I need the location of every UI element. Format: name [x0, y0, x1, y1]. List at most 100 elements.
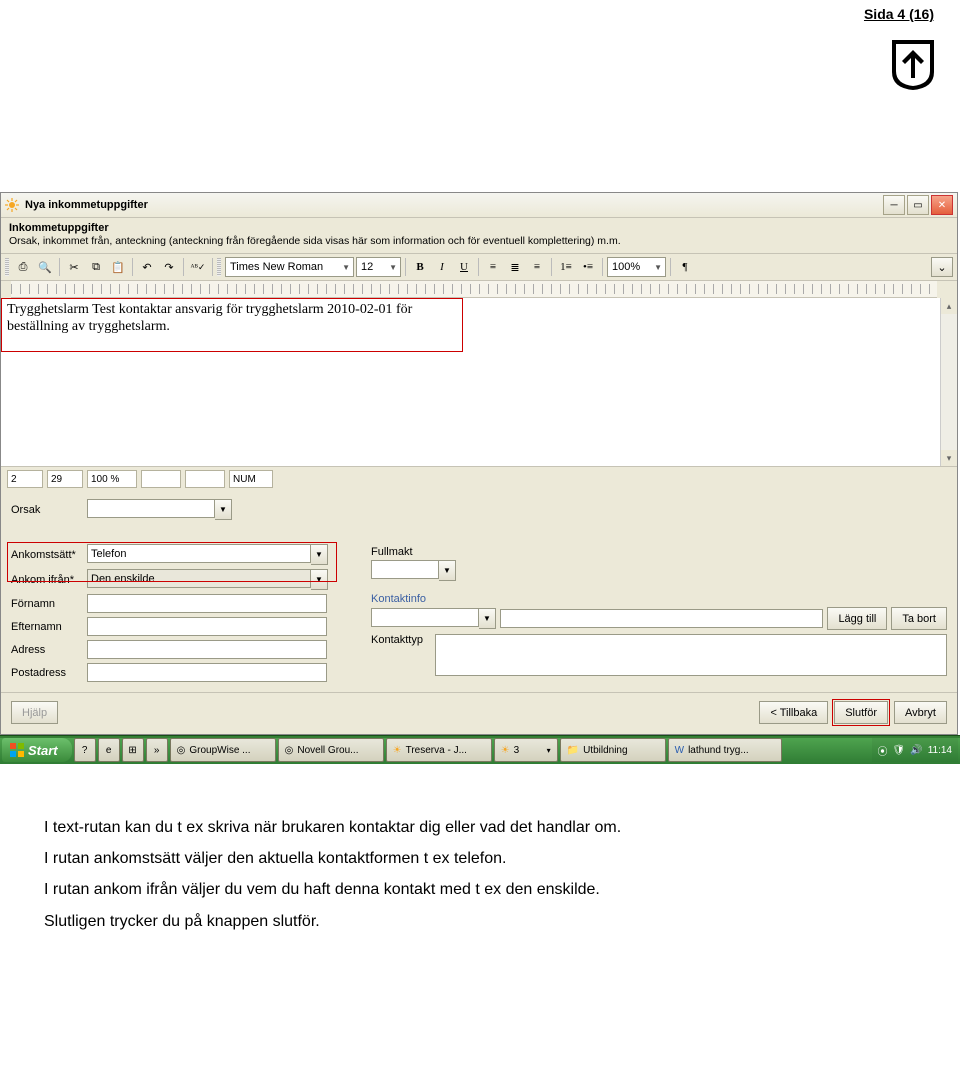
app-icon [5, 198, 19, 212]
instruction-text: I text-rutan kan du t ex skriva när bruk… [44, 814, 900, 935]
taskbar-item[interactable]: ☀3▾ [494, 738, 558, 762]
minimize-button[interactable]: ─ [883, 195, 905, 215]
ankomstsatt-value: Telefon [87, 544, 311, 563]
status-value [185, 470, 225, 488]
window-title: Nya inkommetuppgifter [25, 199, 148, 211]
shield-logo-icon [890, 38, 936, 92]
toolbar-grip-icon [217, 258, 221, 276]
cut-icon[interactable]: ✂ [64, 257, 84, 277]
pilcrow-button[interactable]: ¶ [675, 257, 695, 277]
section-header: Inkommetuppgifter Orsak, inkommet från, … [1, 218, 957, 254]
underline-button[interactable]: U [454, 257, 474, 277]
taskbar-item-label: Treserva - J... [406, 745, 467, 756]
editor-statusbar: 2 29 100 % NUM [1, 466, 957, 491]
fullmakt-select[interactable]: ▼ [371, 560, 456, 581]
redo-icon[interactable]: ↷ [159, 257, 179, 277]
bullet-list-icon[interactable]: •≡ [578, 257, 598, 277]
quicklaunch-ie-icon[interactable]: e [98, 738, 120, 762]
copy-icon[interactable]: ⧉ [86, 257, 106, 277]
instruction-paragraph: I text-rutan kan du t ex skriva när bruk… [44, 814, 900, 841]
orsak-label: Orsak [11, 504, 83, 516]
number-list-icon[interactable]: 1≡ [556, 257, 576, 277]
tray-icon[interactable]: ⦿ [878, 743, 888, 758]
kontakttyp-textarea[interactable] [435, 634, 947, 676]
quicklaunch-help-icon[interactable]: ? [74, 738, 96, 762]
taskbar-item[interactable]: ◎Novell Grou... [278, 738, 384, 762]
status-value: 2 [7, 470, 43, 488]
hjalp-button[interactable]: Hjälp [11, 701, 58, 724]
bold-button[interactable]: B [410, 257, 430, 277]
paste-icon[interactable]: 📋 [108, 257, 128, 277]
kontaktinfo-select[interactable]: ▼ [371, 608, 496, 629]
quicklaunch-desktop-icon[interactable]: ⊞ [122, 738, 144, 762]
avbryt-button[interactable]: Avbryt [894, 701, 947, 724]
font-size-value: 12 [361, 261, 373, 273]
fullmakt-label: Fullmakt [371, 546, 947, 558]
font-family-value: Times New Roman [230, 261, 323, 273]
ankom-ifran-select[interactable]: Den enskilde▼ [87, 569, 328, 590]
taskbar-item[interactable]: Wlathund tryg... [668, 738, 782, 762]
toolbar-grip-icon [5, 258, 9, 276]
font-size-select[interactable]: 12▼ [356, 257, 401, 277]
ankomstsatt-label: Ankomstsätt* [11, 549, 83, 561]
font-family-select[interactable]: Times New Roman▼ [225, 257, 354, 277]
titlebar: Nya inkommetuppgifter ─ ▭ ✕ [1, 193, 957, 218]
italic-button[interactable]: I [432, 257, 452, 277]
tray-icon[interactable]: 🔊 [910, 745, 922, 756]
taskbar-item[interactable]: ☀Treserva - J... [386, 738, 492, 762]
start-button[interactable]: Start [2, 738, 72, 762]
ruler [11, 281, 937, 298]
editor-line: beställning av trygghetslarm. [7, 319, 170, 334]
vertical-scrollbar[interactable]: ▴ ▾ [940, 298, 957, 466]
section-title: Inkommetuppgifter [9, 222, 949, 234]
page-number: Sida 4 (16) [0, 0, 960, 24]
efternamn-label: Efternamn [11, 621, 83, 633]
editor-toolbar: ⎙ 🔍 ✂ ⧉ 📋 ↶ ↷ ᴬᴮ✓ Times New Roman▼ 12▼ B… [1, 254, 957, 281]
tillbaka-button[interactable]: < Tillbaka [759, 701, 828, 724]
tray-icon[interactable]: 🛡 [893, 745, 906, 756]
slutfor-button[interactable]: Slutför [834, 701, 888, 724]
ankom-ifran-label: Ankom ifrån* [11, 574, 83, 586]
fornamn-input[interactable] [87, 594, 327, 613]
taskbar-item[interactable]: 📁Utbildning [560, 738, 666, 762]
instruction-paragraph: I rutan ankom ifrån väljer du vem du haf… [44, 876, 900, 903]
adress-input[interactable] [87, 640, 327, 659]
taskbar-item-label: Utbildning [583, 745, 627, 756]
undo-icon[interactable]: ↶ [137, 257, 157, 277]
scroll-up-icon[interactable]: ▴ [941, 298, 957, 314]
align-right-icon[interactable]: ≡ [527, 257, 547, 277]
zoom-select[interactable]: 100%▼ [607, 257, 666, 277]
windows-logo-icon [10, 743, 24, 757]
kontakttyp-label: Kontakttyp [371, 634, 431, 646]
close-button[interactable]: ✕ [931, 195, 953, 215]
maximize-button[interactable]: ▭ [907, 195, 929, 215]
orsak-select[interactable]: ▼ [87, 499, 232, 520]
lagg-till-button[interactable]: Lägg till [827, 607, 887, 630]
fornamn-label: Förnamn [11, 598, 83, 610]
postadress-input[interactable] [87, 663, 327, 682]
text-editor[interactable]: Trygghetslarm Test kontaktar ansvarig fö… [1, 298, 940, 466]
ta-bort-button[interactable]: Ta bort [891, 607, 947, 630]
quicklaunch-more-icon[interactable]: » [146, 738, 168, 762]
toolbar-overflow-button[interactable]: ⌄ [931, 257, 953, 277]
taskbar-item[interactable]: ◎GroupWise ... [170, 738, 276, 762]
spellcheck-icon[interactable]: ᴬᴮ✓ [188, 257, 208, 277]
instruction-paragraph: Slutligen trycker du på knappen slutför. [44, 908, 900, 935]
align-center-icon[interactable]: ≣ [505, 257, 525, 277]
form-area: Orsak ▼ Ankomstsätt* Telefon▼ Ankom ifrå… [1, 491, 957, 692]
kontaktinfo-input[interactable] [500, 609, 823, 628]
scroll-down-icon[interactable]: ▾ [941, 450, 957, 466]
taskbar-item-label: lathund tryg... [688, 745, 749, 756]
taskbar-item-label: Novell Grou... [297, 745, 358, 756]
postadress-label: Postadress [11, 667, 83, 679]
ankomstsatt-select[interactable]: Telefon▼ [87, 544, 328, 565]
status-zoom: 100 % [87, 470, 137, 488]
print-icon[interactable]: ⎙ [13, 257, 33, 277]
preview-icon[interactable]: 🔍 [35, 257, 55, 277]
start-label: Start [28, 743, 58, 758]
status-value [141, 470, 181, 488]
section-description: Orsak, inkommet från, anteckning (anteck… [9, 234, 949, 247]
align-left-icon[interactable]: ≡ [483, 257, 503, 277]
efternamn-input[interactable] [87, 617, 327, 636]
status-numlock: NUM [229, 470, 273, 488]
